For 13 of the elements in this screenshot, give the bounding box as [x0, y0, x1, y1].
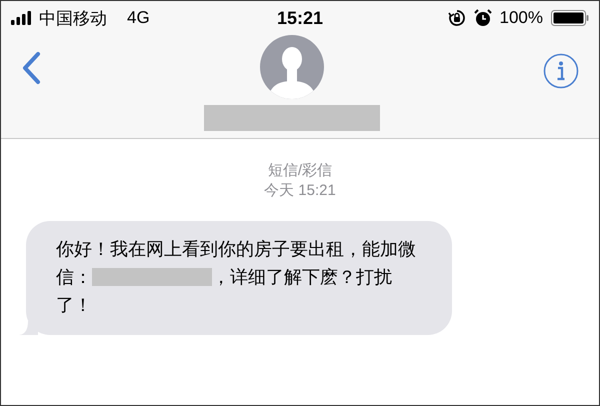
message-timestamp: 今天 15:21: [264, 181, 336, 201]
signal-icon: [11, 11, 33, 25]
battery-icon: [551, 10, 589, 26]
service-label: 短信/彩信: [268, 161, 332, 181]
alarm-icon: [474, 9, 492, 27]
carrier-name: 中国移动: [39, 8, 107, 30]
rotation-lock-icon: [448, 9, 466, 27]
message-text: 你好！我在网上看到你的房子要出租，能加微信： ，详细了解下麽？打扰了！: [56, 238, 416, 317]
battery-percent: 100%: [500, 8, 543, 28]
info-icon[interactable]: [543, 53, 579, 89]
status-time: 15:21: [276, 8, 324, 28]
network-type: 4G: [127, 8, 150, 28]
back-icon[interactable]: [21, 51, 41, 85]
